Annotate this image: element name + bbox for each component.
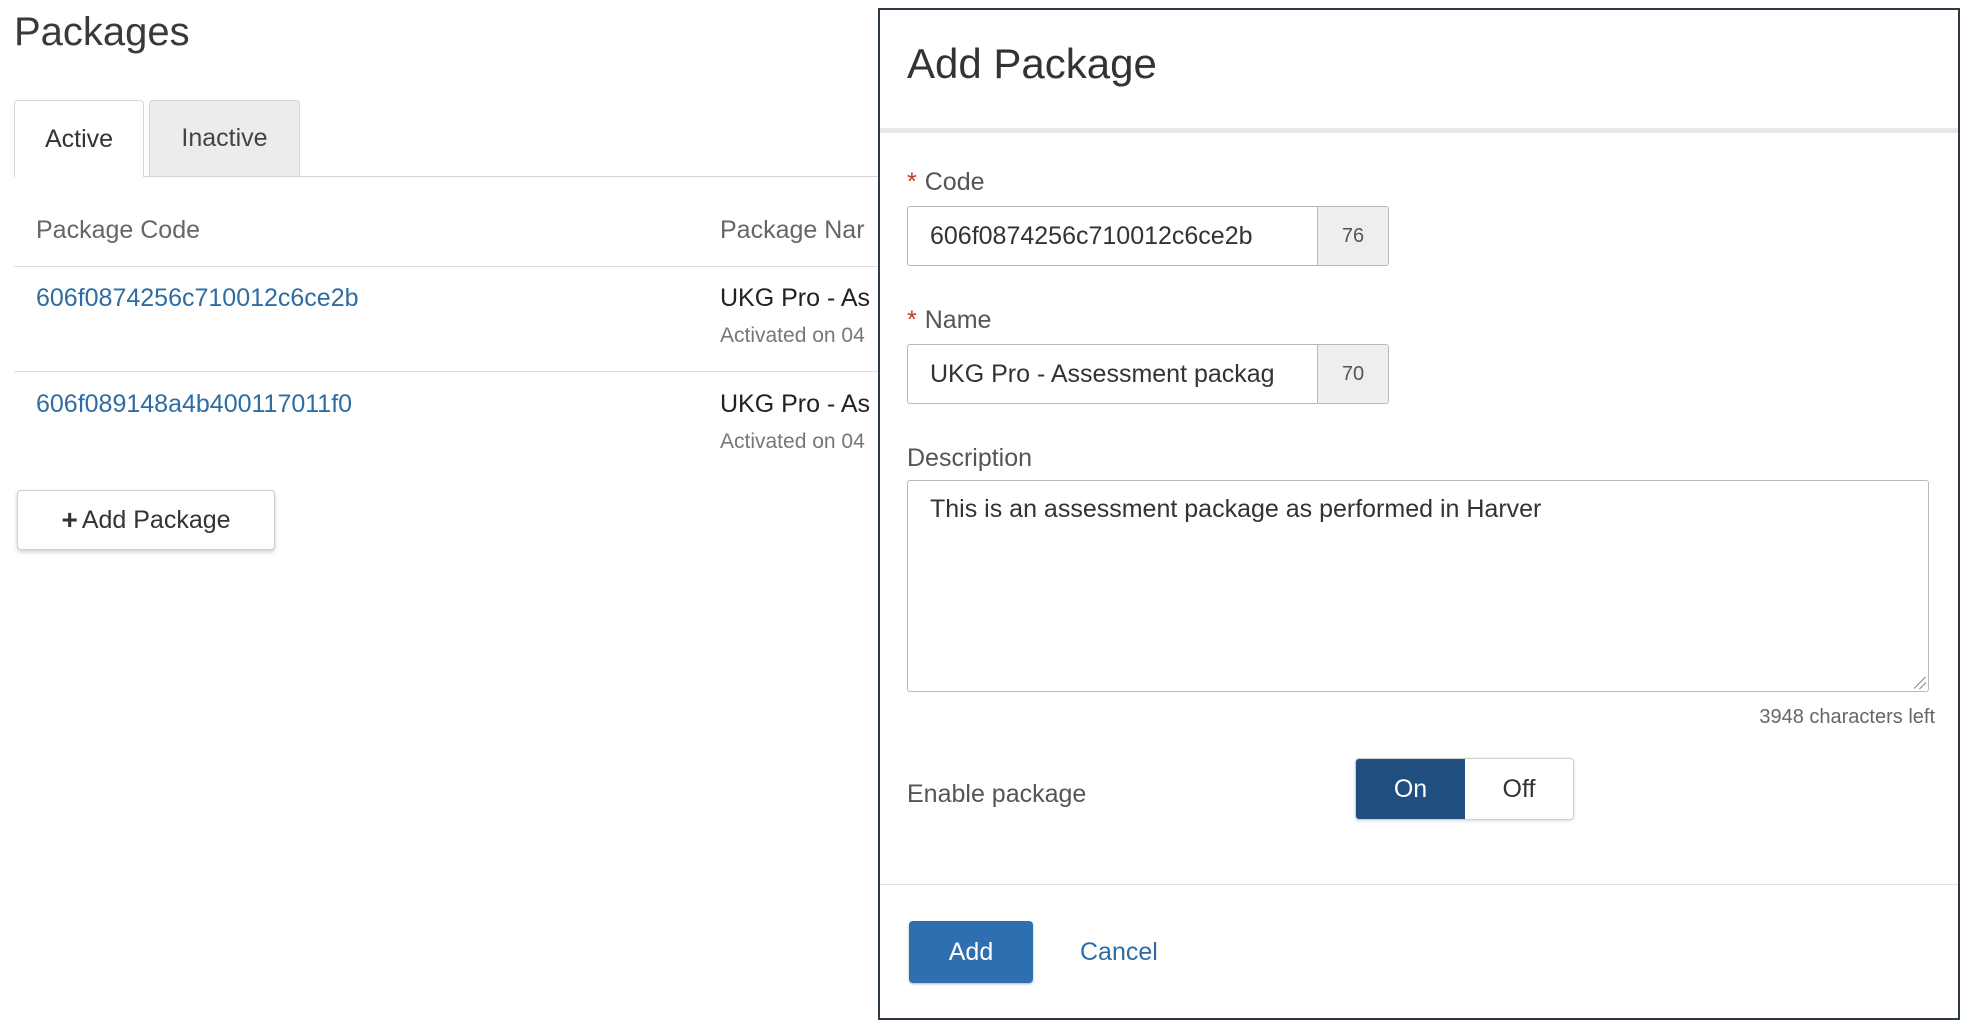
add-package-modal: Add Package * Code 606f0874256c710012c6ce… [878, 8, 1960, 1020]
name-label-text: Name [924, 306, 992, 334]
modal-footer-divider [880, 884, 1958, 885]
package-activated-date: Activated on 04 [720, 430, 865, 453]
table-divider [14, 371, 880, 372]
column-header-package-code[interactable]: Package Code [36, 216, 200, 245]
code-field[interactable]: 606f0874256c710012c6ce2b 76 [907, 206, 1389, 266]
characters-left: 3948 characters left [1759, 706, 1935, 728]
add-button[interactable]: Add [909, 921, 1033, 983]
table-divider [14, 266, 880, 267]
tab-bar: Active Inactive [14, 100, 880, 177]
package-code-link[interactable]: 606f0874256c710012c6ce2b [36, 284, 359, 313]
page-title: Packages [14, 10, 190, 54]
add-package-label: Add Package [81, 505, 231, 534]
column-header-package-name[interactable]: Package Nar [720, 216, 865, 245]
code-input[interactable]: 606f0874256c710012c6ce2b [908, 207, 1318, 265]
tab-active[interactable]: Active [14, 100, 144, 177]
code-char-count: 76 [1318, 207, 1388, 265]
modal-header: Add Package [880, 10, 1958, 133]
toggle-off-button[interactable]: Off [1465, 759, 1573, 819]
plus-icon: + [61, 504, 78, 535]
name-char-count: 70 [1318, 345, 1388, 403]
required-asterisk: * [907, 168, 917, 196]
add-package-button[interactable]: + Add Package [17, 490, 275, 550]
description-label: Description [907, 444, 1033, 472]
toggle-on-button[interactable]: On [1356, 759, 1465, 819]
tab-inactive[interactable]: Inactive [149, 100, 300, 176]
cancel-button[interactable]: Cancel [1080, 921, 1158, 983]
description-textarea[interactable]: This is an assessment package as perform… [907, 480, 1929, 692]
name-input[interactable]: UKG Pro - Assessment packag [908, 345, 1318, 403]
package-activated-date: Activated on 04 [720, 324, 865, 347]
code-label-text: Code [924, 168, 985, 196]
package-name: UKG Pro - As [720, 284, 871, 312]
required-asterisk: * [907, 306, 917, 334]
name-label: * Name [907, 306, 991, 335]
resize-handle-icon[interactable] [1914, 677, 1926, 689]
enable-package-label: Enable package [907, 780, 1087, 808]
modal-title: Add Package [907, 40, 1157, 87]
enable-package-toggle[interactable]: On Off [1355, 758, 1574, 820]
description-text: This is an assessment package as perform… [930, 495, 1542, 523]
code-label: * Code [907, 168, 985, 197]
package-name: UKG Pro - As [720, 390, 871, 418]
package-code-link[interactable]: 606f089148a4b400117011f0 [36, 390, 352, 419]
name-field[interactable]: UKG Pro - Assessment packag 70 [907, 344, 1389, 404]
